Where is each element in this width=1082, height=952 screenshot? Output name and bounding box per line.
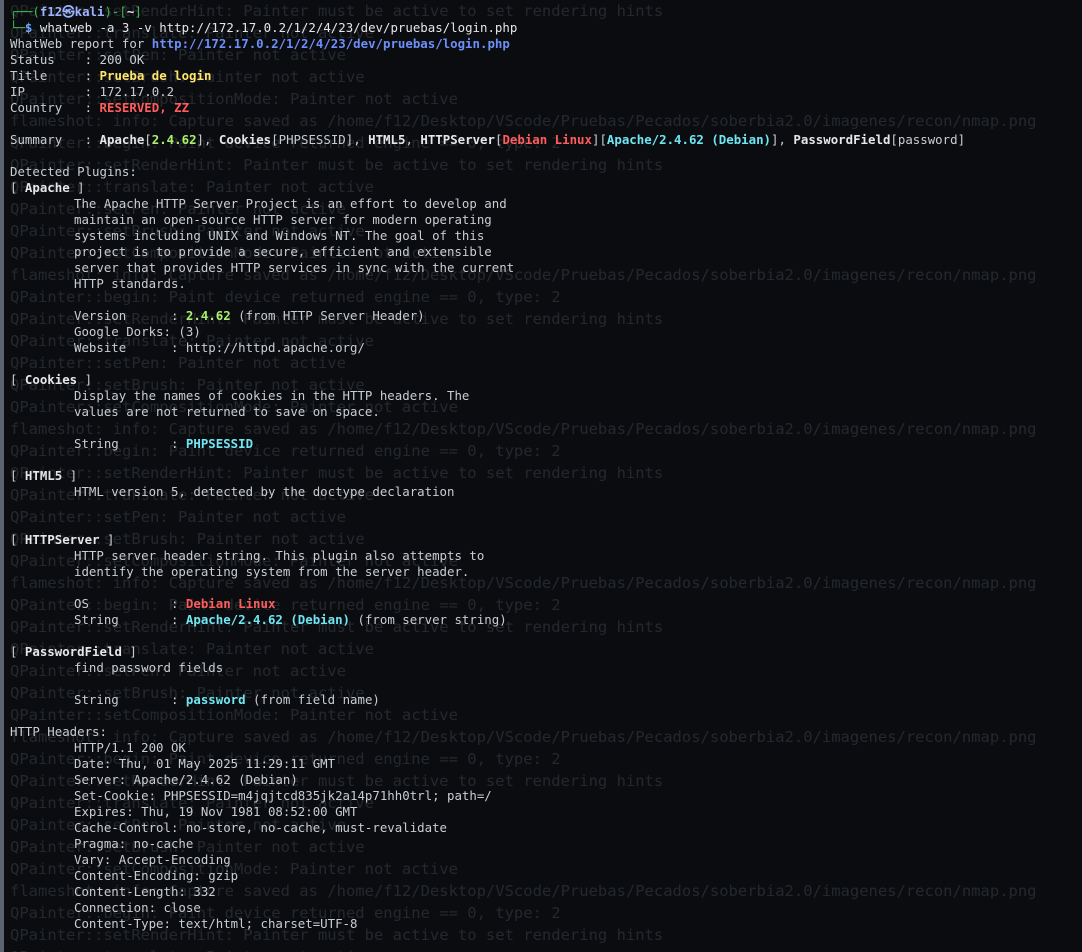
- plugin-cookies-header: [ Cookies ]: [10, 372, 93, 387]
- title-value: Prueba de login: [99, 68, 212, 83]
- field-label: IP :: [10, 84, 100, 99]
- plugin-desc-line: HTTP standards.: [74, 276, 186, 291]
- summary-cookies: Cookies: [218, 132, 272, 147]
- ghost-line: QPainter::translate: Painter not active: [10, 946, 1082, 952]
- prompt-line-1: ┌──(f12㉿kali)-[~]: [10, 4, 142, 19]
- field-label: String :: [74, 612, 186, 627]
- plugin-html5-header: [ HTML5 ]: [10, 468, 78, 483]
- report-url[interactable]: http://172.17.0.2/1/2/4/23/dev/pruebas/l…: [152, 36, 510, 51]
- apache-website-line: Website : http://httpd.apache.org/: [74, 340, 365, 355]
- country-value: RESERVED, ZZ: [99, 100, 190, 115]
- http-header-line: Date: Thu, 01 May 2025 11:29:11 GMT: [74, 756, 336, 771]
- plugin-desc-line: systems including UNIX and Windows NT. T…: [74, 228, 485, 243]
- plugin-desc-line: HTML version 5, detected by the doctype …: [74, 484, 455, 499]
- summary-cookies-value: PHPSESSID: [278, 132, 346, 147]
- http-header-line: Content-Encoding: gzip: [74, 868, 239, 883]
- report-header-label: WhatWeb report for: [10, 36, 152, 51]
- http-header-line: HTTP/1.1 200 OK: [74, 740, 186, 755]
- summary-passwordfield-value: password: [897, 132, 958, 147]
- plugin-desc-line: server that provides HTTP services in sy…: [74, 260, 515, 275]
- field-note: (from server string): [350, 612, 507, 627]
- http-header-line: Connection: close: [74, 900, 201, 915]
- plugin-name: PasswordField: [24, 644, 122, 659]
- field-ip: IP : 172.17.0.2: [10, 84, 1082, 100]
- plugin-name: HTTPServer: [24, 532, 100, 547]
- plugin-desc-line: project is to provide a secure, efficien…: [74, 244, 492, 259]
- http-header-line: Cache-Control: no-store, no-cache, must-…: [74, 820, 447, 835]
- field-note: (from field name): [245, 692, 380, 707]
- field-label: Version :: [74, 308, 186, 323]
- field-label: String :: [74, 692, 186, 707]
- apache-version: 2.4.62: [185, 308, 231, 323]
- plugin-name: Apache: [24, 180, 70, 195]
- plugin-desc-line: HTTP server header string. This plugin a…: [74, 548, 485, 563]
- command-text: whatweb -a 3 -v http://172.17.0.2/1/2/4/…: [39, 20, 518, 35]
- httpserver-string: Apache/2.4.62 (Debian): [185, 612, 351, 627]
- summary-httpserver: HTTPServer: [420, 132, 495, 147]
- http-header-line: Server: Apache/2.4.62 (Debian): [74, 772, 298, 787]
- field-label: OS :: [74, 596, 186, 611]
- terminal-output[interactable]: ┌──(f12㉿kali)-[~] └─$ whatweb -a 3 -v ht…: [10, 4, 1082, 932]
- prompt-host: kali: [74, 4, 105, 19]
- httpserver-string-line: String : Apache/2.4.62 (Debian) (from se…: [10, 612, 1082, 628]
- field-label: Status :: [10, 52, 100, 67]
- plugin-desc-line: identify the operating system from the s…: [74, 564, 470, 579]
- plugin-httpserver-header: [ HTTPServer ]: [10, 532, 115, 547]
- prompt-symbol: $: [24, 20, 33, 35]
- http-header-line: Pragma: no-cache: [74, 836, 194, 851]
- field-status: Status : 200 OK: [10, 52, 1082, 68]
- passwordfield-string: password: [185, 692, 246, 707]
- plugin-desc-line: Display the names of cookies in the HTTP…: [74, 388, 470, 403]
- cookies-string-line: String : PHPSESSID: [10, 436, 1082, 452]
- prompt-line-2: └─$ whatweb -a 3 -v http://172.17.0.2/1/…: [10, 20, 518, 35]
- prompt-at: ㉿: [62, 4, 75, 19]
- field-title: Title : Prueba de login: [10, 68, 1082, 84]
- plugin-name: Cookies: [24, 372, 78, 387]
- summary-apache-version: 2.4.62: [151, 132, 197, 147]
- httpserver-os: Debian Linux: [185, 596, 276, 611]
- http-header-line: Content-Length: 332: [74, 884, 216, 899]
- summary-passwordfield: PasswordField: [793, 132, 891, 147]
- scrollbar[interactable]: [0, 0, 4, 952]
- http-headers-label: HTTP Headers:: [10, 724, 107, 739]
- http-header-line: Content-Type: text/html; charset=UTF-8: [74, 916, 358, 931]
- status-value: 200 OK: [99, 52, 145, 67]
- summary-line: Summary : Apache[2.4.62], Cookies[PHPSES…: [10, 132, 966, 147]
- plugin-name: HTML5: [24, 468, 63, 483]
- http-header-line: Vary: Accept-Encoding: [74, 852, 231, 867]
- detected-plugins-label: Detected Plugins:: [10, 164, 137, 179]
- summary-server: Apache/2.4.62 (Debian): [606, 132, 772, 147]
- prompt-user: f12: [39, 4, 63, 19]
- summary-html5: HTML5: [368, 132, 406, 147]
- field-country: Country : RESERVED, ZZ: [10, 100, 1082, 116]
- field-label: String :: [74, 436, 186, 451]
- summary-apache: Apache: [99, 132, 145, 147]
- field-label: Title :: [10, 68, 100, 83]
- http-header-line: Set-Cookie: PHPSESSID=m4jqjtcd835jk2a14p…: [74, 788, 492, 803]
- plugin-desc-line: find password fields: [74, 660, 224, 675]
- httpserver-os-line: OS : Debian Linux: [10, 596, 1082, 612]
- apache-version-line: Version : 2.4.62 (from HTTP Server Heade…: [10, 308, 1082, 324]
- http-header-line: Expires: Thu, 19 Nov 1981 08:52:00 GMT: [74, 804, 358, 819]
- field-label: Country :: [10, 100, 100, 115]
- summary-label: Summary :: [10, 132, 100, 147]
- report-header: WhatWeb report for http://172.17.0.2/1/2…: [10, 36, 1082, 52]
- plugin-apache-header: [ Apache ]: [10, 180, 85, 195]
- plugin-desc-line: maintain an open-source HTTP server for …: [74, 212, 492, 227]
- cookies-string: PHPSESSID: [185, 436, 254, 451]
- plugin-passwordfield-header: [ PasswordField ]: [10, 644, 137, 659]
- apache-dorks-line: Google Dorks: (3): [74, 324, 201, 339]
- summary-os: Debian Linux: [502, 132, 592, 147]
- plugin-desc-line: values are not returned to save on space…: [74, 404, 380, 419]
- field-note: (from HTTP Server Header): [230, 308, 425, 323]
- passwordfield-string-line: String : password (from field name): [10, 692, 1082, 708]
- plugin-desc-line: The Apache HTTP Server Project is an eff…: [74, 196, 507, 211]
- ip-value: 172.17.0.2: [99, 84, 175, 99]
